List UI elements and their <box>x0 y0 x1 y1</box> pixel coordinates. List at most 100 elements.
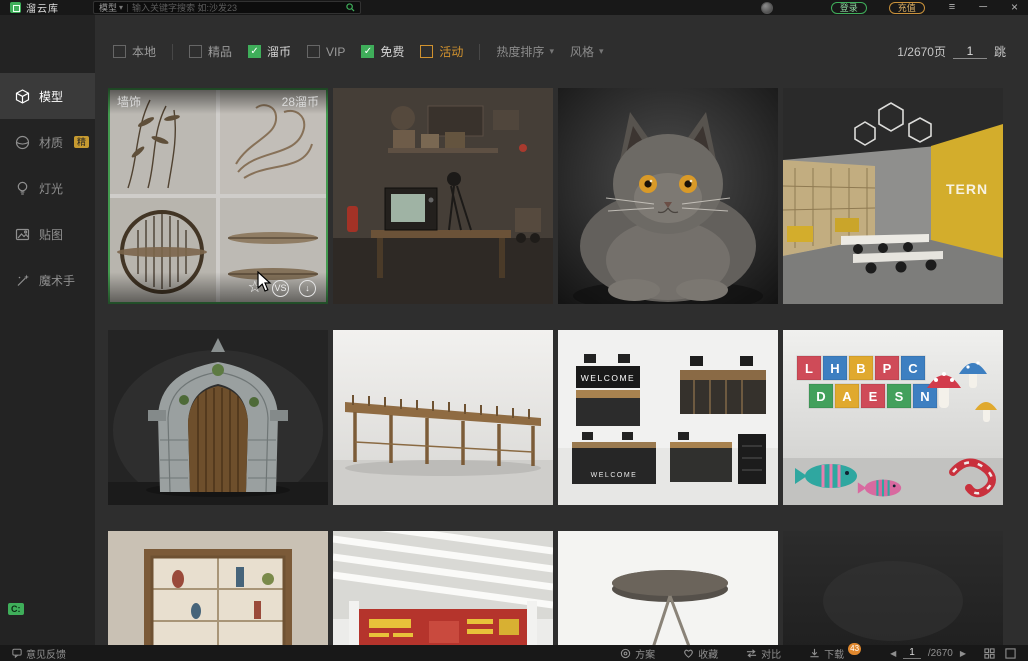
sidebar-item-label: 材质 <box>39 134 63 151</box>
current-page: 1 <box>903 647 921 659</box>
filter-checkbox-activity[interactable]: 活动 <box>420 43 463 60</box>
login-label: 登录 <box>840 3 858 13</box>
dark-thumbnail <box>783 531 1003 645</box>
page-jump-input[interactable] <box>953 44 987 59</box>
search-box[interactable]: 模型 ▾ <box>93 1 361 14</box>
chevron-down-icon: ▾ <box>119 3 123 12</box>
toy-block-letter: A <box>842 389 852 404</box>
model-grid: 墙饰 28溜币 ☆ VS ↓ <box>95 88 1028 645</box>
page-info: 1/2670页 <box>897 43 946 60</box>
close-icon[interactable]: × <box>1011 0 1018 15</box>
filter-checkbox-local[interactable]: 本地 <box>113 43 156 60</box>
next-page-button[interactable]: ▶ <box>960 649 966 658</box>
sidebar-item-models[interactable]: 模型 <box>0 73 95 119</box>
bottom-pager: ◀ 1 /2670 ▶ <box>890 647 966 659</box>
checkbox-icon <box>420 45 433 58</box>
vs-compare-button[interactable]: VS <box>272 280 289 297</box>
feedback-label: 意见反馈 <box>26 646 66 661</box>
sidebar-item-materials[interactable]: 材质 精 <box>0 119 95 165</box>
toys-thumbnail: L H B P C D A E S N <box>783 330 1003 505</box>
prev-page-button[interactable]: ◀ <box>890 649 896 658</box>
action-label: 收藏 <box>698 646 718 661</box>
search-icon[interactable] <box>346 3 355 12</box>
grid-item-industrial-scene[interactable] <box>333 88 553 304</box>
grid-item-wall-decor[interactable]: 墙饰 28溜币 ☆ VS ↓ <box>108 88 328 304</box>
scheme-icon <box>620 648 631 659</box>
sidebar-item-label: 灯光 <box>39 180 63 197</box>
grid-item-dark[interactable] <box>783 531 1003 645</box>
filter-checkbox-free[interactable]: ✓ 免费 <box>361 43 404 60</box>
feedback-link[interactable]: 意见反馈 <box>12 646 66 661</box>
filter-checkbox-boutique[interactable]: 精品 <box>189 43 232 60</box>
action-label: 方案 <box>635 646 655 661</box>
office-wall-text: TERN <box>946 181 988 197</box>
recharge-label: 充值 <box>898 3 916 13</box>
divider <box>479 44 480 60</box>
user-avatar[interactable] <box>761 2 773 14</box>
grid-item-cat[interactable] <box>558 88 778 304</box>
feedback-bubble-icon <box>12 648 22 658</box>
large-view-icon[interactable] <box>1005 648 1016 659</box>
sidebar-item-lights[interactable]: 灯光 <box>0 165 95 211</box>
style-dropdown[interactable]: 风格 ▾ <box>570 43 604 60</box>
search-category-select[interactable]: 模型 ▾ <box>99 1 123 14</box>
view-toggles <box>984 648 1016 659</box>
pergola-thumbnail <box>333 330 553 505</box>
sidebar-item-textures[interactable]: 贴图 <box>0 211 95 257</box>
item-title: 墙饰 <box>117 93 141 114</box>
titlebar: 溜云库 模型 ▾ 登录 充值 ≡ ─ × <box>0 0 1028 15</box>
sidebar: 模型 材质 精 灯光 <box>0 15 95 645</box>
titlebar-right: 登录 充值 ≡ ─ × <box>761 0 1018 15</box>
grid-item-cabinet[interactable] <box>108 531 328 645</box>
grid-item-culture-wall[interactable] <box>333 531 553 645</box>
filter-label: 精品 <box>208 43 232 60</box>
collect-button[interactable]: 收藏 <box>683 646 718 661</box>
statusbar: 意见反馈 方案 收藏 对比 <box>0 645 1028 661</box>
grid-item-toys[interactable]: L H B P C D A E S N <box>783 330 1003 505</box>
welcome-sign-text: WELCOME <box>581 373 635 383</box>
sidebar-item-label: 贴图 <box>39 226 63 243</box>
filter-checkbox-vip[interactable]: VIP <box>307 45 345 59</box>
sort-dropdown[interactable]: 热度排序 ▾ <box>496 43 554 60</box>
material-sphere-icon <box>15 135 30 150</box>
favorite-star-icon[interactable]: ☆ <box>248 280 262 296</box>
welcome-desk-text: WELCOME <box>591 472 638 479</box>
grid-item-pergola[interactable] <box>333 330 553 505</box>
grid-item-side-table[interactable] <box>558 531 778 645</box>
filter-label: 免费 <box>380 43 404 60</box>
divider <box>172 44 173 60</box>
toy-block-letter: D <box>816 389 825 404</box>
checkbox-checked-icon: ✓ <box>248 45 261 58</box>
menu-icon[interactable]: ≡ <box>949 0 955 15</box>
compare-button[interactable]: 对比 <box>746 646 781 661</box>
download-tray-button[interactable]: 下载 43 <box>809 646 844 661</box>
action-label: 下载 <box>824 646 844 661</box>
action-label: 对比 <box>761 646 781 661</box>
checkbox-icon <box>189 45 202 58</box>
search-category-label: 模型 <box>99 1 117 14</box>
cabinet-thumbnail <box>108 531 328 645</box>
grid-item-reception-desks[interactable]: WELCOME WELCOME <box>558 330 778 505</box>
sidebar-item-magic-hand[interactable]: 魔术手 <box>0 257 95 303</box>
heart-icon <box>683 648 694 659</box>
side-table-thumbnail <box>558 531 778 645</box>
grid-view-icon[interactable] <box>984 648 995 659</box>
chevron-down-icon: ▾ <box>599 46 604 57</box>
download-button[interactable]: ↓ <box>299 280 316 297</box>
filter-checkbox-liucoin[interactable]: ✓ 溜币 <box>248 43 291 60</box>
recharge-button[interactable]: 充值 <box>889 2 925 14</box>
login-button[interactable]: 登录 <box>831 2 867 14</box>
sidebar-item-label: 魔术手 <box>39 272 75 289</box>
scheme-button[interactable]: 方案 <box>620 646 655 661</box>
search-input[interactable] <box>132 3 342 13</box>
lightbulb-icon <box>15 181 30 196</box>
minimize-icon[interactable]: ─ <box>979 0 987 15</box>
grid-item-stone-arch[interactable] <box>108 330 328 505</box>
toy-block-letter: P <box>883 361 892 376</box>
total-pages: /2670 <box>928 648 953 659</box>
app-window: 溜云库 模型 ▾ 登录 充值 ≡ ─ × <box>0 0 1028 661</box>
premium-badge: 精 <box>74 136 89 148</box>
jump-button[interactable]: 跳 <box>994 43 1006 60</box>
cat-thumbnail <box>558 88 778 304</box>
grid-item-office[interactable]: TERN <box>783 88 1003 304</box>
